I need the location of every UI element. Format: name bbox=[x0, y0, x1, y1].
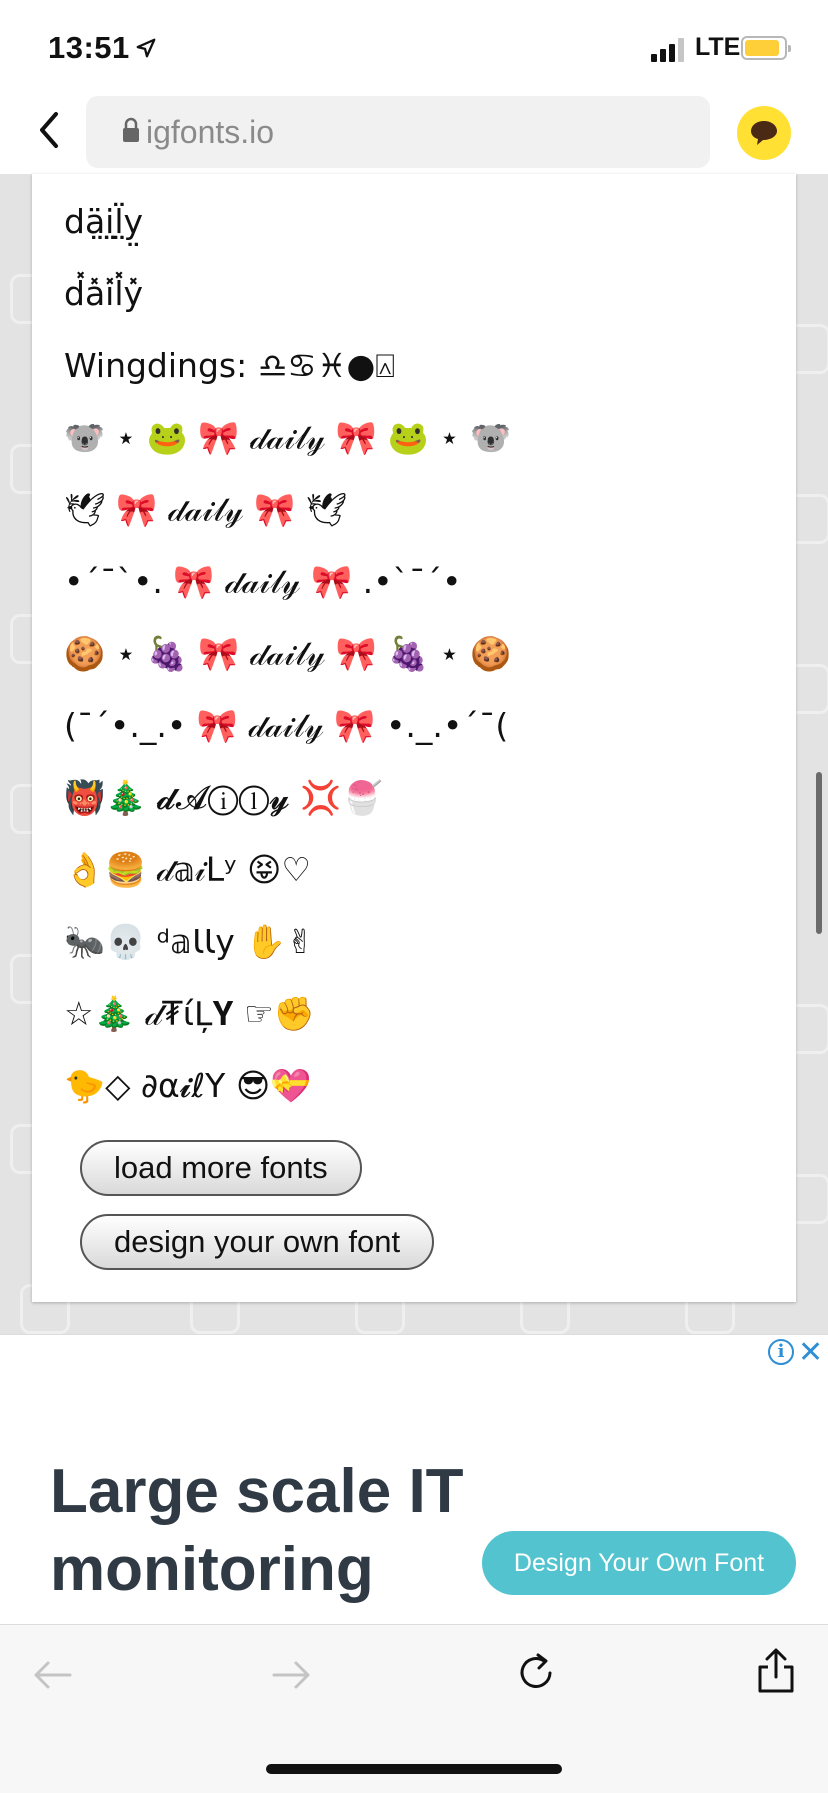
font-sample[interactable]: dӓ̤i̤̤l̤̈y̤ bbox=[64, 202, 143, 241]
page-scrollbar[interactable] bbox=[816, 772, 822, 934]
font-sample[interactable]: 🐜💀 ᵈ𝕒ƖƖy ✋✌ bbox=[64, 922, 314, 962]
load-more-fonts-button[interactable]: load more fonts bbox=[80, 1140, 362, 1196]
lock-icon bbox=[123, 117, 139, 142]
ad-close-icon[interactable]: ✕ bbox=[798, 1335, 823, 1370]
status-time: 13:51 bbox=[48, 30, 130, 65]
font-results-card: dӓ̤i̤̤l̤̈y̤ d̽a̽i̽l̽y̽ Wingdings: ♎︎♋︎♓︎… bbox=[32, 174, 796, 1302]
font-sample[interactable]: 🍪 ⋆ 🍇 🎀 𝒹𝒶𝒾𝓁𝓎 🎀 🍇 ⋆ 🍪 bbox=[64, 634, 511, 674]
status-bar: 13:51 LTE bbox=[0, 0, 828, 94]
location-arrow-icon bbox=[136, 38, 156, 58]
font-sample[interactable]: ☆🎄 𝒹₮ίĻ𝐘 ☞✊ bbox=[64, 994, 315, 1034]
font-sample[interactable]: 🐨 ⋆ 🐸 🎀 𝒹𝒶𝒾𝓁𝓎 🎀 🐸 ⋆ 🐨 bbox=[64, 418, 511, 458]
url-bar[interactable]: igfonts.io bbox=[86, 96, 710, 168]
browser-bar: igfonts.io bbox=[0, 94, 828, 174]
battery-icon bbox=[741, 36, 791, 60]
font-sample[interactable]: 👹🎄 𝓭𝓐ⓘⓛ𝔂 💢🍧 bbox=[64, 778, 383, 818]
design-own-font-button[interactable]: design your own font bbox=[80, 1214, 435, 1270]
reload-icon[interactable] bbox=[514, 1651, 558, 1695]
chat-button[interactable] bbox=[737, 106, 791, 160]
font-sample[interactable]: (¯´•._.• 🎀 𝒹𝒶𝒾𝓁𝓎 🎀 •._.•´¯( bbox=[64, 706, 508, 746]
font-sample[interactable]: 🐤◇ ∂α𝓲ℓY 😎💝 bbox=[64, 1066, 311, 1106]
home-indicator[interactable] bbox=[266, 1764, 562, 1774]
ad-headline: Large scale IT monitoring bbox=[50, 1457, 464, 1604]
font-sample[interactable]: •´¯`•. 🎀 𝒹𝒶𝒾𝓁𝓎 🎀 .•`¯´• bbox=[64, 562, 462, 602]
font-sample[interactable]: Wingdings: ♎︎♋︎♓︎●︎⍓︎ bbox=[64, 346, 395, 386]
back-arrow-icon[interactable] bbox=[30, 1655, 74, 1695]
ad-cta-button[interactable]: Design Your Own Font bbox=[482, 1531, 796, 1595]
ad-info-icon[interactable]: i bbox=[768, 1339, 794, 1365]
signal-strength-icon bbox=[651, 38, 687, 62]
chat-bubble-icon bbox=[751, 121, 777, 145]
share-icon[interactable] bbox=[754, 1647, 798, 1695]
font-sample[interactable]: 🕊 🎀 𝒹𝒶𝒾𝓁𝓎 🎀 🕊 bbox=[64, 490, 347, 530]
font-sample[interactable]: d̽a̽i̽l̽y̽ bbox=[64, 274, 143, 313]
network-type: LTE bbox=[695, 33, 741, 61]
advertisement-banner[interactable]: i ✕ Large scale IT monitoring Design You… bbox=[0, 1334, 828, 1625]
font-sample[interactable]: 👌🍔 𝒹𝕒𝒾ᒪʸ 😝♡ bbox=[64, 850, 311, 890]
forward-arrow-icon[interactable] bbox=[270, 1655, 314, 1695]
back-chevron-icon[interactable] bbox=[32, 108, 66, 152]
url-text: igfonts.io bbox=[146, 114, 275, 150]
